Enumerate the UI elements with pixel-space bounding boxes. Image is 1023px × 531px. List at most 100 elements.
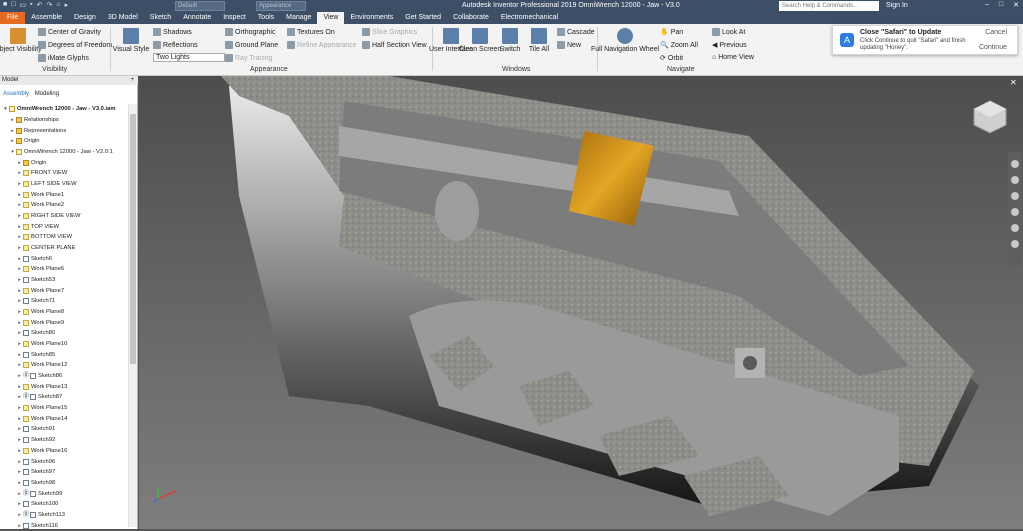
tree-node[interactable]: ▸ Work Plane15 xyxy=(2,403,127,414)
tree-node[interactable]: ▸ CENTER PLANE xyxy=(2,243,127,254)
full-navigation-wheel-button[interactable]: Full Navigation Wheel xyxy=(591,28,659,54)
new-window-button[interactable]: New xyxy=(557,41,581,49)
redo-icon[interactable]: ↷ xyxy=(46,1,52,9)
tab-3d-model[interactable]: 3D Model xyxy=(102,12,144,24)
save-icon[interactable]: ▪ xyxy=(30,1,32,9)
tree-node[interactable]: ▸ Sketch91 xyxy=(2,424,127,435)
ray-tracing-button[interactable]: Ray Tracing xyxy=(225,54,272,62)
tree-node[interactable]: ▸ Sketch71 xyxy=(2,296,127,307)
add-tab-icon[interactable]: + xyxy=(130,76,134,85)
expand-chevron-icon[interactable]: ▸ xyxy=(16,307,23,317)
expand-chevron-icon[interactable]: ▸ xyxy=(16,414,23,424)
half-section-view-button[interactable]: Half Section View xyxy=(362,41,427,49)
tree-node[interactable]: ▸ Work Plane6 xyxy=(2,264,127,275)
sign-in-link[interactable]: Sign In xyxy=(886,2,908,9)
cancel-button[interactable]: Cancel xyxy=(985,29,1007,36)
tree-node[interactable]: ▸ Work Plane8 xyxy=(2,307,127,318)
textures-on-button[interactable]: Textures On xyxy=(287,28,335,36)
app-menu-icon[interactable]: ■ xyxy=(3,1,7,9)
expand-chevron-icon[interactable]: ▸ xyxy=(16,435,23,445)
tree-node[interactable]: ▸ Work Plane2 xyxy=(2,200,127,211)
tree-node[interactable]: ▸ ⓪ Sketch87 xyxy=(2,392,127,403)
object-visibility-button[interactable]: Object Visibility xyxy=(0,28,42,54)
pan-button[interactable]: ✋ Pan xyxy=(660,28,683,37)
expand-chevron-icon[interactable]: ▸ xyxy=(9,136,16,146)
graphics-viewport[interactable] xyxy=(139,76,1023,529)
tab-collaborate[interactable]: Collaborate xyxy=(447,12,495,24)
expand-chevron-icon[interactable]: ▸ xyxy=(16,350,23,360)
degrees-of-freedom-button[interactable]: Degrees of Freedom xyxy=(38,41,112,49)
tree-node[interactable]: ▸ Sketch96 xyxy=(2,456,127,467)
clean-screen-button[interactable]: Clean Screen xyxy=(459,28,501,54)
slice-graphics-button[interactable]: Slice Graphics xyxy=(362,28,417,36)
expand-chevron-icon[interactable]: ▸ xyxy=(16,243,23,253)
tab-get-started[interactable]: Get Started xyxy=(399,12,447,24)
imate-glyphs-button[interactable]: iMate Glyphs xyxy=(38,54,89,62)
tree-node[interactable]: ▸ Work Plane9 xyxy=(2,317,127,328)
tree-node[interactable]: ▸ Relationships xyxy=(2,115,127,126)
tree-node[interactable]: ▸ RIGHT SIDE VIEW xyxy=(2,211,127,222)
close-icon[interactable]: ✕ xyxy=(1013,1,1019,9)
orbit-button[interactable]: ⟳ Orbit xyxy=(660,54,683,63)
tree-node[interactable]: ▸ Work Plane10 xyxy=(2,339,127,350)
orbit-icon[interactable] xyxy=(1011,208,1019,216)
expand-chevron-icon[interactable]: ▸ xyxy=(16,264,23,274)
look-at-icon[interactable] xyxy=(1011,224,1019,232)
shadows-button[interactable]: Shadows xyxy=(153,28,192,36)
lighting-dropdown[interactable]: Two Lights xyxy=(153,53,225,62)
expand-chevron-icon[interactable]: ▸ xyxy=(16,382,23,392)
zoom-icon[interactable] xyxy=(1011,192,1019,200)
tree-node[interactable]: ▸ Sketch53 xyxy=(2,275,127,286)
tree-node[interactable]: ▸ Work Plane12 xyxy=(2,360,127,371)
tree-node[interactable]: ▸ FRONT VIEW xyxy=(2,168,127,179)
steering-wheel-icon[interactable] xyxy=(1011,160,1019,168)
expand-chevron-icon[interactable]: ▸ xyxy=(16,232,23,242)
ground-plane-button[interactable]: Ground Plane xyxy=(225,41,278,49)
close-viewport-icon[interactable]: ✕ xyxy=(1010,78,1017,87)
tree-node[interactable]: ▸ Representations xyxy=(2,125,127,136)
tab-tools[interactable]: Tools xyxy=(252,12,280,24)
expand-chevron-icon[interactable]: ▸ xyxy=(16,296,23,306)
expand-chevron-icon[interactable]: ▸ xyxy=(9,126,16,136)
visual-style-button[interactable]: Visual Style xyxy=(113,28,149,54)
tab-annotate[interactable]: Annotate xyxy=(177,12,217,24)
tree-node[interactable]: ▸ Work Plane7 xyxy=(2,285,127,296)
continue-button[interactable]: Continue xyxy=(979,44,1007,51)
tab-view[interactable]: View xyxy=(317,12,345,24)
viewcube-icon[interactable] xyxy=(972,99,1008,135)
tab-inspect[interactable]: Inspect xyxy=(217,12,252,24)
tree-node[interactable]: ▸ LEFT SIDE VIEW xyxy=(2,179,127,190)
tree-node[interactable]: ▸ Sketch97 xyxy=(2,467,127,478)
tab-manage[interactable]: Manage xyxy=(280,12,317,24)
tab-assembly[interactable]: Assembly xyxy=(3,91,29,97)
switch-button[interactable]: Switch xyxy=(497,28,523,54)
tree-node[interactable]: ▸ Sketch85 xyxy=(2,349,127,360)
expand-chevron-icon[interactable]: ▸ xyxy=(16,179,23,189)
expand-chevron-icon[interactable]: ▸ xyxy=(16,286,23,296)
new-icon[interactable]: □ xyxy=(11,1,15,9)
expand-chevron-icon[interactable]: ▸ xyxy=(16,339,23,349)
tree-node[interactable]: ▸ ⓪ Sketch99 xyxy=(2,488,127,499)
expand-chevron-icon[interactable]: ▸ xyxy=(16,211,23,221)
look-at-button[interactable]: Look At xyxy=(712,28,745,36)
tree-node[interactable]: ▾ OmniWrench 12000 - Jaw - V2.0:1 xyxy=(2,147,127,158)
tree-node[interactable]: ▸ ⓪ Sketch113 xyxy=(2,510,127,521)
home-icon[interactable]: ⌂ xyxy=(56,1,60,9)
open-icon[interactable]: ▭ xyxy=(19,1,26,9)
expand-chevron-icon[interactable]: ▸ xyxy=(16,254,23,264)
tree-node[interactable]: ▸ BOTTOM VIEW xyxy=(2,232,127,243)
tree-node[interactable]: ▸ TOP VIEW xyxy=(2,221,127,232)
scrollbar-thumb[interactable] xyxy=(130,114,136,364)
expand-chevron-icon[interactable]: ▸ xyxy=(16,467,23,477)
expand-chevron-icon[interactable]: ▸ xyxy=(16,360,23,370)
tree-node[interactable]: ▸ Sketch100 xyxy=(2,499,127,510)
expand-chevron-icon[interactable]: ▸ xyxy=(16,446,23,456)
tile-all-button[interactable]: Tile All xyxy=(526,28,552,54)
expand-chevron-icon[interactable]: ▸ xyxy=(16,499,23,509)
previous-view-button[interactable]: ◀ Previous xyxy=(712,41,747,50)
tab-design[interactable]: Design xyxy=(68,12,102,24)
minimize-icon[interactable]: – xyxy=(985,1,989,9)
home-view-button[interactable]: ⌂ Home View xyxy=(712,54,754,61)
expand-chevron-icon[interactable]: ▸ xyxy=(9,115,16,125)
appearance-dropdown[interactable]: Appearance xyxy=(256,1,306,11)
